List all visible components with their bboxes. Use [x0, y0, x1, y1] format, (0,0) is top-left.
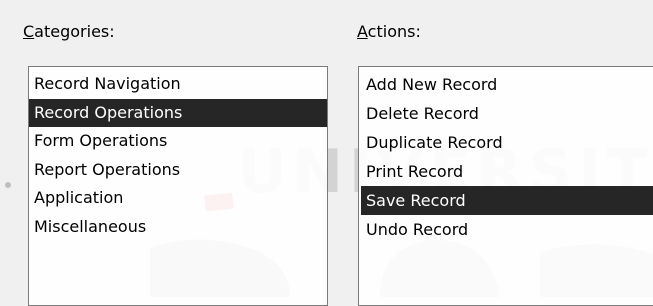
- action-item-save-record[interactable]: Save Record: [361, 186, 653, 215]
- actions-label-rest: ctions:: [367, 22, 421, 41]
- action-item-print-record[interactable]: Print Record: [361, 157, 653, 186]
- categories-label: Categories:: [23, 22, 115, 42]
- actions-label: Actions:: [357, 22, 421, 42]
- category-item-form-operations[interactable]: Form Operations: [29, 127, 327, 156]
- action-item-delete-record[interactable]: Delete Record: [361, 99, 653, 128]
- categories-label-rest: ategories:: [34, 22, 115, 41]
- category-item-record-operations[interactable]: Record Operations: [29, 98, 327, 127]
- action-item-add-new-record[interactable]: Add New Record: [361, 70, 653, 99]
- action-item-duplicate-record[interactable]: Duplicate Record: [361, 128, 653, 157]
- categories-listbox[interactable]: Record Navigation Record Operations Form…: [28, 66, 328, 306]
- category-item-application[interactable]: Application: [29, 184, 327, 213]
- action-item-undo-record[interactable]: Undo Record: [361, 215, 653, 244]
- watermark-logo-dot: [5, 182, 11, 188]
- actions-label-accelerator: A: [357, 22, 368, 41]
- category-item-miscellaneous[interactable]: Miscellaneous: [29, 213, 327, 242]
- categories-label-accelerator: C: [23, 22, 35, 41]
- actions-listbox[interactable]: Add New Record Delete Record Duplicate R…: [358, 66, 653, 306]
- category-item-report-operations[interactable]: Report Operations: [29, 156, 327, 185]
- category-item-record-navigation[interactable]: Record Navigation: [29, 70, 327, 99]
